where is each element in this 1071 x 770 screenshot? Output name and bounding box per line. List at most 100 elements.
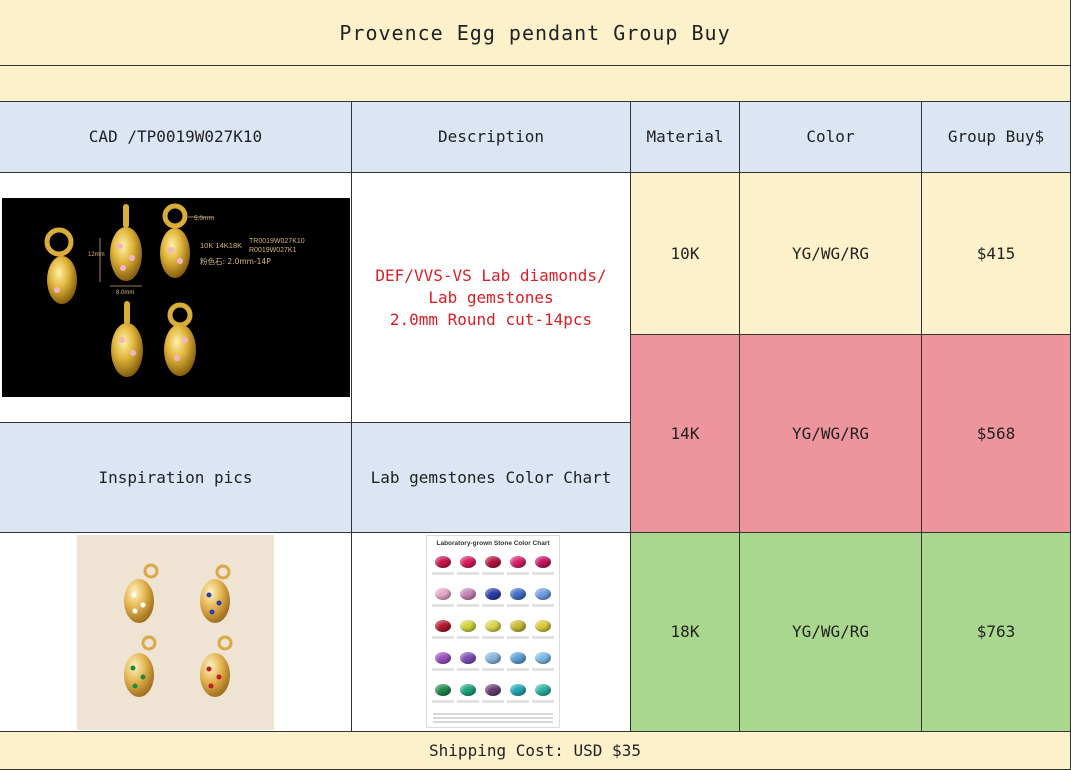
description-line-1: DEF/VVS-VS Lab diamonds/ — [375, 265, 607, 285]
gem-swatch — [482, 586, 504, 615]
gem-icon — [510, 684, 526, 696]
gem-swatch — [457, 586, 479, 615]
gem-swatch — [507, 554, 529, 583]
gem-label-bar — [532, 636, 554, 639]
gem-swatch — [457, 650, 479, 679]
gem-label-bar — [532, 572, 554, 575]
header-description: Description — [352, 102, 631, 173]
pendant-egg — [111, 323, 143, 377]
gem-swatch — [457, 682, 479, 711]
gem-swatch — [532, 618, 554, 647]
gem-swatch — [432, 618, 454, 647]
pendant-egg — [110, 227, 142, 281]
pendant-loop-open — [44, 227, 74, 257]
description-line-2: Lab gemstones — [428, 287, 554, 307]
pendant-egg — [160, 228, 190, 278]
gem-icon — [460, 620, 476, 632]
inspiration-label: Inspiration pics — [0, 423, 352, 533]
gem-icon — [535, 588, 551, 600]
gem-label-bar — [482, 572, 504, 575]
gem-icon — [435, 588, 451, 600]
gem-swatch — [482, 682, 504, 711]
gem-icon — [510, 652, 526, 664]
gem-icon — [460, 556, 476, 568]
gem-icon — [460, 684, 476, 696]
gem-label-bar — [532, 604, 554, 607]
gem-label-bar — [482, 668, 504, 671]
price-18k: $763 — [922, 533, 1071, 732]
pendant-egg — [164, 324, 196, 376]
description-line-3: 2.0mm Round cut-14pcs — [389, 309, 593, 329]
header-material: Material — [631, 102, 740, 173]
cad-code-1: TR0019W027K10 — [249, 238, 305, 245]
gem-swatch — [432, 586, 454, 615]
gem-swatch — [457, 618, 479, 647]
spreadsheet: Provence Egg pendant Group Buy CAD /TP00… — [0, 0, 1071, 770]
gem-icon — [485, 588, 501, 600]
cad-code-2: R0019W027K1 — [249, 247, 297, 254]
gem-label-bar — [432, 636, 454, 639]
gem-icon — [435, 620, 451, 632]
page-title: Provence Egg pendant Group Buy — [0, 0, 1071, 66]
gem-icon — [485, 556, 501, 568]
pendant-egg-green — [124, 653, 154, 697]
gem-icon — [460, 652, 476, 664]
color-10k: YG/WG/RG — [740, 173, 922, 335]
color-14k: YG/WG/RG — [740, 335, 922, 533]
gem-label-bar — [457, 636, 479, 639]
gem-swatch — [432, 554, 454, 583]
gem-label-bar — [432, 572, 454, 575]
gem-label-bar — [507, 636, 529, 639]
cad-height-label: 12mm — [88, 252, 105, 258]
gem-swatch — [507, 586, 529, 615]
gem-icon — [510, 588, 526, 600]
swatch-grid — [432, 554, 554, 711]
gem-icon — [510, 620, 526, 632]
gem-label-bar — [507, 668, 529, 671]
gem-icon — [510, 556, 526, 568]
gem-label-bar — [507, 572, 529, 575]
gem-icon — [485, 684, 501, 696]
material-18k: 18K — [631, 533, 740, 732]
gem-swatch — [482, 650, 504, 679]
gem-icon — [535, 652, 551, 664]
gem-label-bar — [432, 700, 454, 703]
gem-icon — [435, 684, 451, 696]
gem-icon — [535, 620, 551, 632]
gem-label-bar — [457, 604, 479, 607]
gem-swatch — [507, 618, 529, 647]
gem-label-bar — [432, 668, 454, 671]
gem-label-bar — [482, 604, 504, 607]
cad-width-label: 8.0mm — [116, 290, 134, 296]
gem-label-bar — [457, 668, 479, 671]
color-chart-title: Laboratory-grown Stone Color Chart — [436, 540, 550, 547]
pendant-egg-white — [124, 579, 154, 623]
material-10k: 10K — [631, 173, 740, 335]
gem-label-bar — [482, 636, 504, 639]
gem-icon — [435, 556, 451, 568]
gem-swatch — [507, 650, 529, 679]
chart-footnote — [433, 711, 553, 723]
gem-label-bar — [457, 700, 479, 703]
material-14k: 14K — [631, 335, 740, 533]
inspiration-photo — [77, 535, 274, 730]
gem-swatch — [532, 554, 554, 583]
gem-swatch — [457, 554, 479, 583]
gem-icon — [460, 588, 476, 600]
pendant-egg-blue — [200, 579, 230, 623]
gem-swatch — [507, 682, 529, 711]
gem-swatch — [432, 682, 454, 711]
spacer-row — [0, 66, 1071, 102]
gem-swatch — [532, 586, 554, 615]
header-group-buy: Group Buy$ — [922, 102, 1071, 173]
color-18k: YG/WG/RG — [740, 533, 922, 732]
gem-icon — [535, 684, 551, 696]
gem-label-bar — [532, 700, 554, 703]
price-14k: $568 — [922, 335, 1071, 533]
pendant-egg — [47, 256, 77, 304]
shipping-cost: Shipping Cost: USD $35 — [0, 732, 1071, 770]
gem-label-bar — [457, 572, 479, 575]
gem-icon — [435, 652, 451, 664]
header-color: Color — [740, 102, 922, 173]
gem-label-bar — [482, 700, 504, 703]
